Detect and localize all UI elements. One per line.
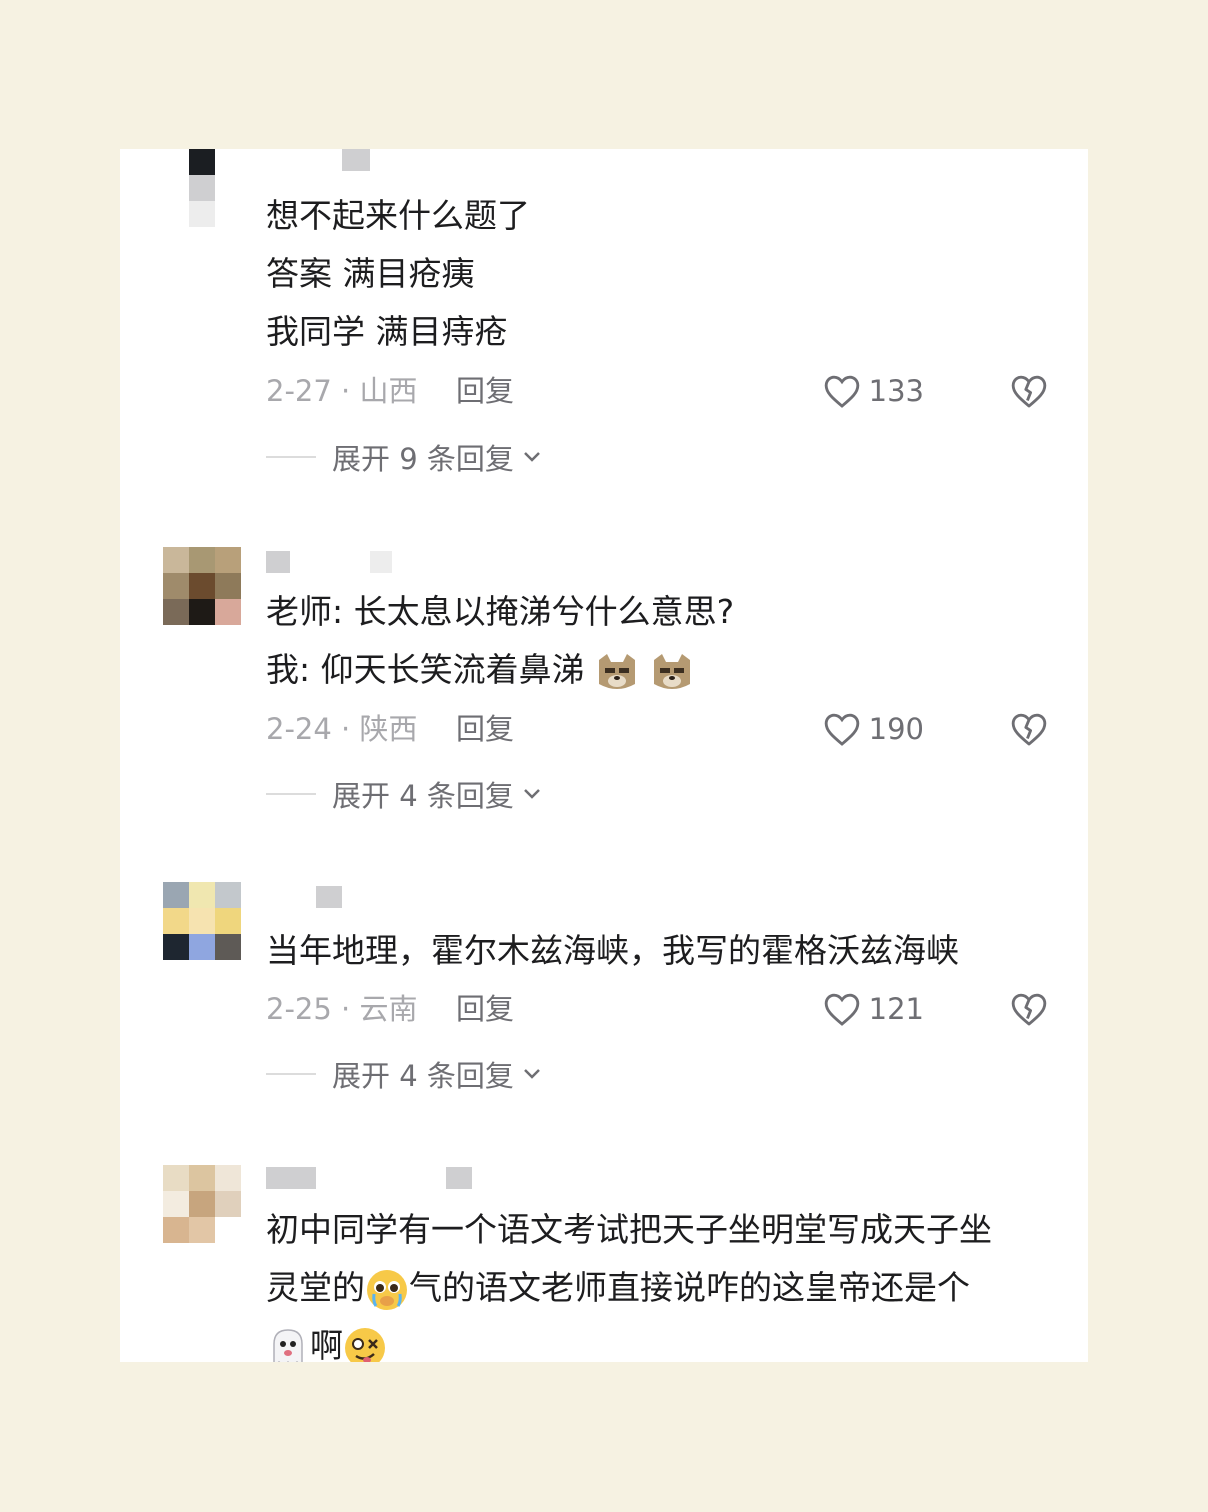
- comment-item: 想不起来什么题了 答案 满目疮痍 我同学 满目痔疮 2-27 · 山西 回复 1…: [120, 149, 1088, 489]
- comment-text: 想不起来什么题了 答案 满目疮痍 我同学 满目痔疮: [266, 196, 530, 351]
- date-region: 2-25 · 云南: [266, 992, 418, 1026]
- avatar[interactable]: [163, 149, 241, 227]
- comment-list: 想不起来什么题了 答案 满目疮痍 我同学 满目痔疮 2-27 · 山西 回复 1…: [120, 149, 1088, 1362]
- chevron-down-icon: [524, 452, 540, 462]
- comment-meta: 2-25 · 云南 回复 121: [266, 989, 1056, 1029]
- date-region: 2-24 · 陕西: [266, 712, 418, 746]
- expand-replies-button[interactable]: 展开 9 条回复: [266, 437, 542, 477]
- reply-button[interactable]: 回复: [456, 709, 514, 749]
- heart-outline-icon: [824, 713, 859, 746]
- comment-meta: 2-27 · 山西 回复 133: [266, 371, 1056, 411]
- avatar[interactable]: [163, 1165, 241, 1243]
- dislike-button[interactable]: [1010, 373, 1048, 419]
- pleading-face-emoji: [367, 1269, 407, 1310]
- heart-outline-icon: [824, 993, 859, 1026]
- expand-replies-button[interactable]: 展开 4 条回复: [266, 1054, 542, 1094]
- comment-item: 初中同学有一个语文考试把天子坐明堂写成天子坐 灵堂的 气的语文老师直接说咋的这皇帝…: [120, 1165, 1088, 1362]
- comment-item: 老师: 长太息以掩涕兮什么意思? 我: 仰天长笑流着鼻涕 2-24 · 陕西 回…: [120, 547, 1088, 827]
- avatar[interactable]: [163, 882, 241, 960]
- like-button[interactable]: 133: [823, 371, 924, 411]
- reply-button[interactable]: 回复: [456, 371, 514, 411]
- username-blurred[interactable]: [342, 149, 370, 171]
- chevron-down-icon: [524, 1069, 540, 1079]
- username-blurred[interactable]: [316, 886, 402, 908]
- comment-item: 当年地理，霍尔木兹海峡，我写的霍格沃兹海峡 2-25 · 云南 回复 121 展…: [120, 882, 1088, 1112]
- date-region: 2-27 · 山西: [266, 374, 418, 408]
- avatar[interactable]: [163, 547, 241, 625]
- comment-text: 初中同学有一个语文考试把天子坐明堂写成天子坐 灵堂的 气的语文老师直接说咋的这皇帝…: [266, 1201, 1066, 1362]
- username-blurred[interactable]: [266, 551, 392, 573]
- reply-button[interactable]: 回复: [456, 989, 514, 1029]
- like-count: 190: [868, 712, 924, 746]
- like-count: 121: [868, 992, 924, 1026]
- like-button[interactable]: 190: [823, 709, 924, 749]
- chevron-down-icon: [524, 789, 540, 799]
- dislike-button[interactable]: [1010, 711, 1048, 757]
- comment-meta: 2-24 · 陕西 回复 190: [266, 709, 1056, 749]
- expand-replies-button[interactable]: 展开 4 条回复: [266, 774, 542, 814]
- dislike-button[interactable]: [1010, 991, 1048, 1037]
- like-button[interactable]: 121: [823, 989, 924, 1029]
- ghost-emoji: [273, 1328, 303, 1362]
- username-blurred[interactable]: [266, 1167, 472, 1189]
- broken-heart-icon: [1011, 993, 1047, 1026]
- comment-text: 当年地理，霍尔木兹海峡，我写的霍格沃兹海峡: [266, 931, 959, 970]
- divider: [266, 793, 316, 795]
- doge-face-emoji: [599, 653, 636, 689]
- comment-text: 老师: 长太息以掩涕兮什么意思? 我: 仰天长笑流着鼻涕: [266, 583, 1056, 699]
- broken-heart-icon: [1011, 375, 1047, 408]
- woozy-face-emoji: [345, 1327, 385, 1362]
- doge-face-emoji: [653, 653, 690, 689]
- like-count: 133: [868, 374, 924, 408]
- heart-outline-icon: [824, 375, 859, 408]
- broken-heart-icon: [1011, 713, 1047, 746]
- divider: [266, 456, 316, 458]
- divider: [266, 1073, 316, 1075]
